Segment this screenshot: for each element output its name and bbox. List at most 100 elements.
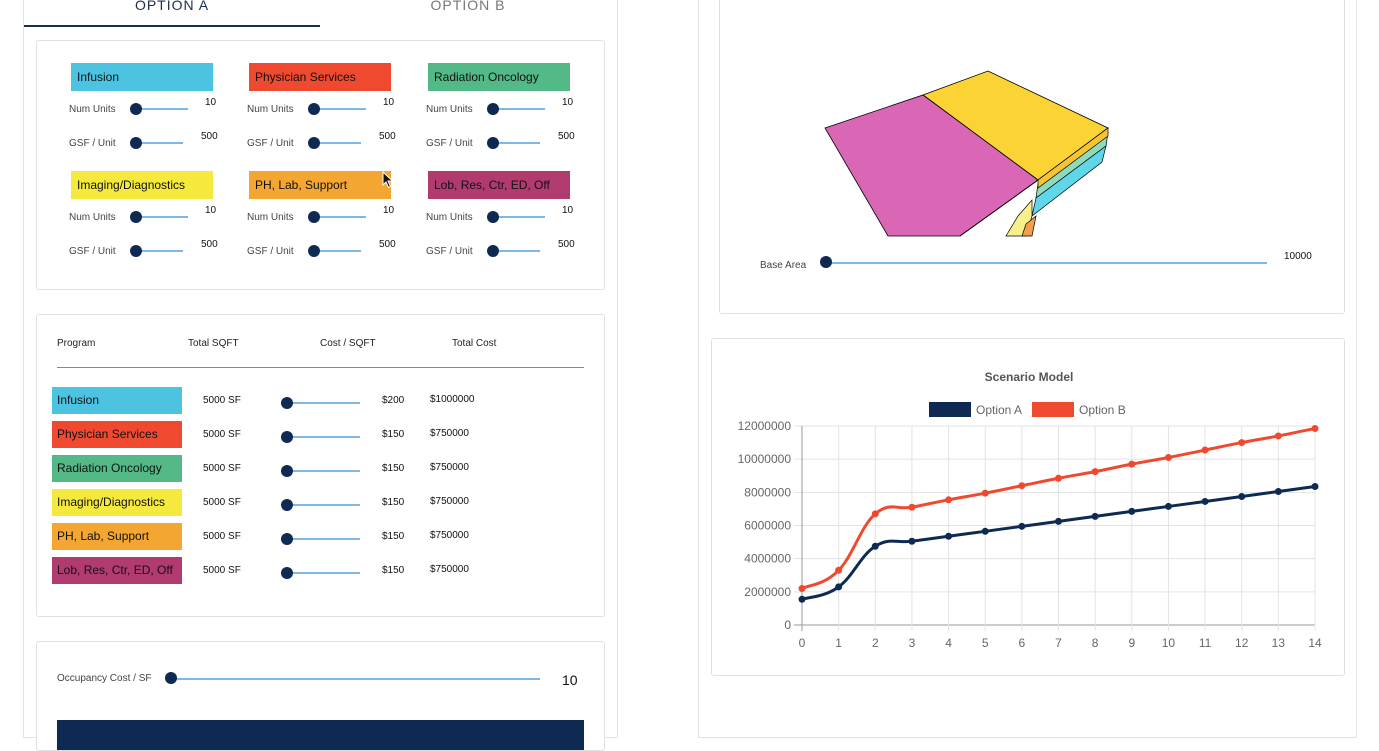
num-units-label: Num Units xyxy=(426,104,473,115)
row-cost-slider-knob[interactable] xyxy=(281,567,293,579)
num-units-label: Num Units xyxy=(69,104,116,115)
num-units-slider-track[interactable] xyxy=(136,216,188,218)
gsf-unit-slider-knob[interactable] xyxy=(130,137,142,149)
row-program-label: Radiation Oncology xyxy=(52,455,182,482)
y-tick-label: 8000000 xyxy=(744,485,791,499)
num-units-slider-track[interactable] xyxy=(136,108,188,110)
row-total-cost: $750000 xyxy=(430,462,469,473)
num-units-slider-knob[interactable] xyxy=(130,103,142,115)
gsf-unit-slider-knob[interactable] xyxy=(130,245,142,257)
legend-label: Option A xyxy=(976,403,1022,417)
num-units-slider-track[interactable] xyxy=(314,216,366,218)
row-program-label: Physician Services xyxy=(52,421,182,448)
table-row: Imaging/Diagnostics 5000 SF $150 $750000 xyxy=(37,489,604,517)
num-units-value: 10 xyxy=(562,205,574,216)
gsf-unit-slider-track[interactable] xyxy=(314,142,361,144)
data-point xyxy=(1128,460,1136,468)
data-point xyxy=(908,503,916,511)
program-input-radiation-oncology: Radiation Oncology Num Units 10 GSF / Unit 5… xyxy=(394,63,575,163)
num-units-slider-knob[interactable] xyxy=(487,103,499,115)
x-tick-label: 7 xyxy=(1055,636,1062,650)
gsf-unit-value: 500 xyxy=(558,239,575,250)
row-total-cost: $750000 xyxy=(430,530,469,541)
row-program-label: PH, Lab, Support xyxy=(52,523,182,550)
base-area-slider-track[interactable] xyxy=(826,262,1267,264)
x-tick-label: 3 xyxy=(909,636,916,650)
program-input-ph-lab-support: PH, Lab, Support Num Units 10 GSF / Unit 500 xyxy=(215,171,396,271)
header-total-cost: Total Cost xyxy=(452,338,497,349)
row-cost-slider-knob[interactable] xyxy=(281,499,293,511)
row-cost-slider-knob[interactable] xyxy=(281,533,293,545)
data-point xyxy=(981,527,989,535)
x-tick-label: 4 xyxy=(945,636,952,650)
num-units-slider-knob[interactable] xyxy=(308,211,320,223)
gsf-unit-slider-track[interactable] xyxy=(314,250,361,252)
num-units-slider-knob[interactable] xyxy=(487,211,499,223)
row-cost-sqft: $150 xyxy=(382,497,405,508)
row-cost-slider-track[interactable] xyxy=(287,504,360,506)
occupancy-slider-knob[interactable] xyxy=(165,672,177,684)
row-total-sqft: 5000 SF xyxy=(203,463,241,474)
gsf-unit-slider-knob[interactable] xyxy=(308,245,320,257)
row-cost-sqft: $150 xyxy=(382,531,405,542)
row-total-sqft: 5000 SF xyxy=(203,531,241,542)
y-tick-label: 0 xyxy=(784,618,791,632)
data-point xyxy=(798,595,806,603)
base-area-label: Base Area xyxy=(760,260,807,271)
row-cost-slider-track[interactable] xyxy=(287,538,360,540)
data-point xyxy=(1128,507,1136,515)
row-total-cost: $750000 xyxy=(430,428,469,439)
row-total-cost: $750000 xyxy=(430,564,469,575)
num-units-slider-track[interactable] xyxy=(314,108,366,110)
tab-option-b[interactable]: OPTION B xyxy=(320,0,616,26)
gsf-unit-slider-knob[interactable] xyxy=(308,137,320,149)
row-total-sqft: 5000 SF xyxy=(203,395,241,406)
row-cost-sqft: $150 xyxy=(382,429,405,440)
program-inputs-card: Infusion Num Units 10 GSF / Unit 500 Physicia… xyxy=(36,40,605,290)
occupancy-slider-track[interactable] xyxy=(171,678,540,680)
row-cost-slider-track[interactable] xyxy=(287,436,360,438)
x-tick-label: 6 xyxy=(1019,636,1026,650)
program-label: Imaging/Diagnostics xyxy=(71,171,213,199)
gsf-unit-label: GSF / Unit xyxy=(426,246,473,257)
row-cost-slider-track[interactable] xyxy=(287,402,360,404)
num-units-slider-knob[interactable] xyxy=(130,211,142,223)
base-area-slider-knob[interactable] xyxy=(820,256,832,268)
gsf-unit-slider-knob[interactable] xyxy=(487,245,499,257)
legend-swatch xyxy=(1032,402,1074,417)
data-point xyxy=(1018,522,1026,530)
chart-title: Scenario Model xyxy=(985,370,1074,384)
y-tick-label: 2000000 xyxy=(744,585,791,599)
num-units-label: Num Units xyxy=(247,104,294,115)
row-cost-slider-knob[interactable] xyxy=(281,431,293,443)
x-tick-label: 5 xyxy=(982,636,989,650)
num-units-value: 10 xyxy=(383,97,395,108)
num-units-label: Num Units xyxy=(247,212,294,223)
gsf-unit-label: GSF / Unit xyxy=(247,138,294,149)
data-point xyxy=(1018,482,1026,490)
num-units-slider-knob[interactable] xyxy=(308,103,320,115)
row-cost-slider-track[interactable] xyxy=(287,572,360,574)
gsf-unit-slider-knob[interactable] xyxy=(487,137,499,149)
row-cost-slider-knob[interactable] xyxy=(281,465,293,477)
x-tick-label: 1 xyxy=(835,636,842,650)
gsf-unit-slider-track[interactable] xyxy=(493,250,540,252)
building-massing-3d xyxy=(824,70,1109,237)
data-point xyxy=(835,583,843,591)
table-row: Infusion 5000 SF $200 $1000000 xyxy=(37,387,604,415)
gsf-unit-slider-track[interactable] xyxy=(493,142,540,144)
gsf-unit-slider-track[interactable] xyxy=(136,250,183,252)
program-input-lob-res-ctr-ed-off: Lob, Res, Ctr, ED, Off Num Units 10 GSF / U… xyxy=(394,171,575,271)
data-point xyxy=(1274,432,1282,440)
row-cost-slider-track[interactable] xyxy=(287,470,360,472)
data-point xyxy=(908,537,916,545)
massing-card: Base Area 10000 xyxy=(719,0,1345,314)
num-units-slider-track[interactable] xyxy=(493,216,545,218)
row-cost-slider-knob[interactable] xyxy=(281,397,293,409)
x-tick-label: 11 xyxy=(1199,636,1212,650)
tab-option-a[interactable]: OPTION A xyxy=(24,0,320,26)
num-units-slider-track[interactable] xyxy=(493,108,545,110)
gsf-unit-slider-track[interactable] xyxy=(136,142,183,144)
data-point xyxy=(1055,517,1062,525)
occupancy-label: Occupancy Cost / SF xyxy=(57,673,152,684)
